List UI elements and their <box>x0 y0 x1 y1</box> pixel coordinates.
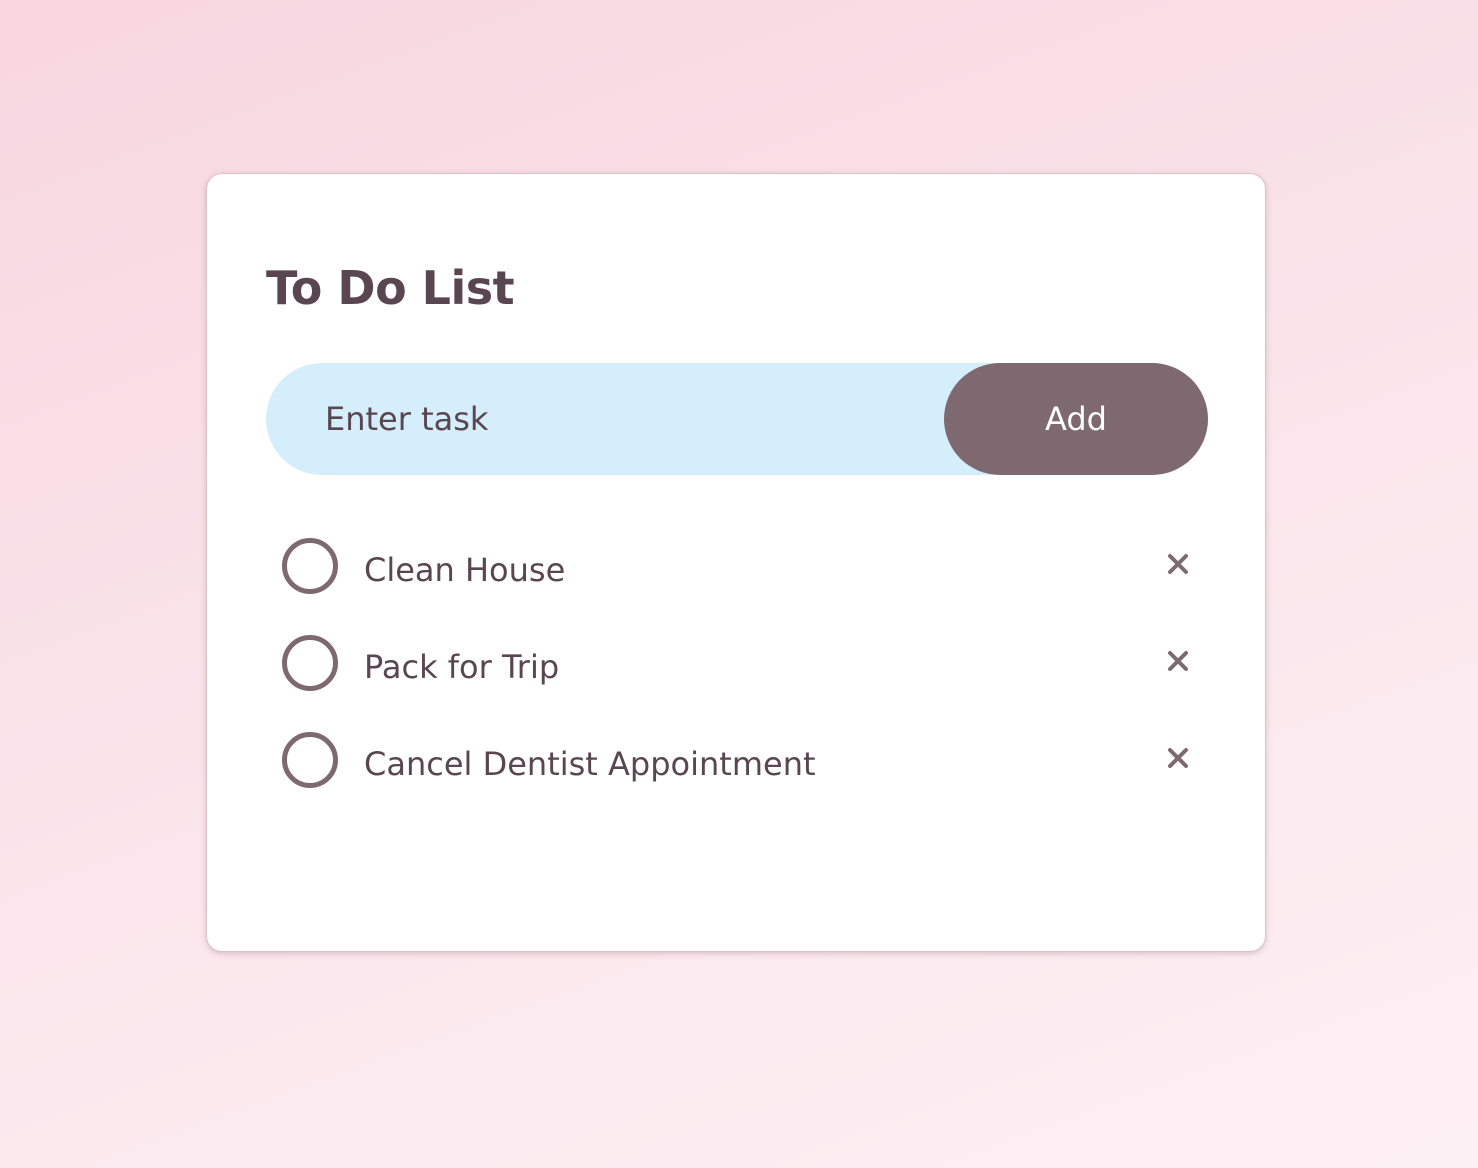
checkbox-circle-icon[interactable] <box>282 732 338 788</box>
delete-task-close-icon[interactable] <box>1158 544 1198 584</box>
delete-task-close-icon[interactable] <box>1158 641 1198 681</box>
task-item: Pack for Trip <box>266 631 1208 728</box>
task-input[interactable] <box>266 363 946 475</box>
task-label[interactable]: Clean House <box>364 550 565 590</box>
task-item: Clean House <box>266 534 1208 631</box>
task-label[interactable]: Pack for Trip <box>364 647 559 687</box>
add-task-button[interactable]: Add <box>944 363 1208 475</box>
todo-card: To Do List Add Clean House Pack for Trip… <box>206 173 1266 952</box>
task-input-row: Add <box>266 363 1208 475</box>
task-item: Cancel Dentist Appointment <box>266 728 1208 825</box>
task-label[interactable]: Cancel Dentist Appointment <box>364 744 816 784</box>
task-list: Clean House Pack for Trip Cancel Dentist… <box>266 534 1208 825</box>
page-title: To Do List <box>266 261 515 315</box>
checkbox-circle-icon[interactable] <box>282 635 338 691</box>
checkbox-circle-icon[interactable] <box>282 538 338 594</box>
delete-task-close-icon[interactable] <box>1158 738 1198 778</box>
